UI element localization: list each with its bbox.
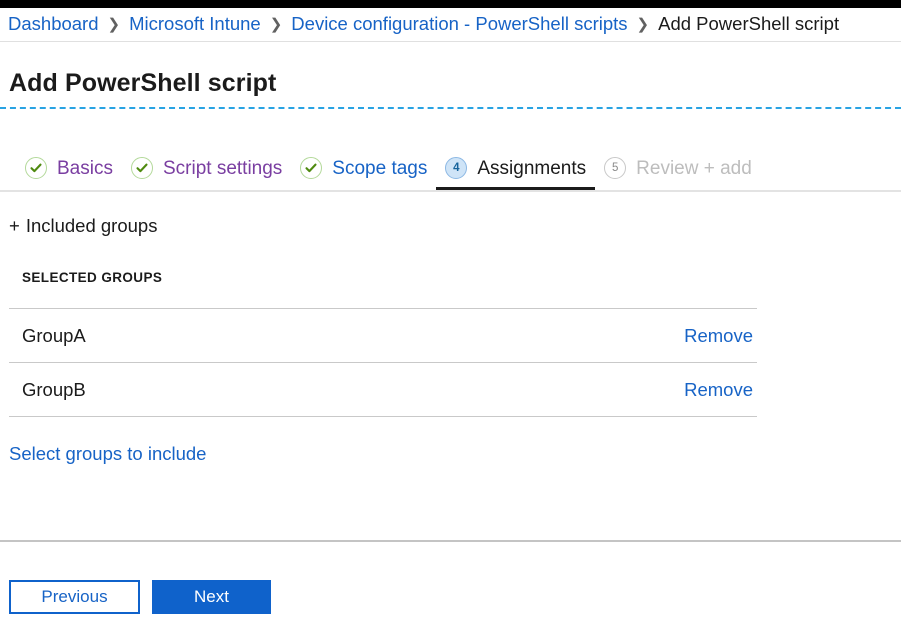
included-groups-label: Included groups	[26, 215, 158, 236]
tab-script-settings[interactable]: Script settings	[122, 146, 291, 190]
step-number-badge: 5	[604, 157, 626, 179]
select-groups-to-include-link[interactable]: Select groups to include	[9, 443, 206, 465]
group-name: GroupA	[22, 325, 86, 347]
check-icon	[131, 157, 153, 179]
page-title: Add PowerShell script	[9, 69, 276, 98]
breadcrumb-divider	[0, 41, 901, 42]
breadcrumb-separator-icon: ❯	[270, 15, 283, 33]
table-bottom-divider	[9, 416, 757, 417]
breadcrumb-item-microsoft-intune[interactable]: Microsoft Intune	[129, 13, 261, 35]
top-chrome-strip	[0, 0, 901, 8]
breadcrumb-item-dashboard[interactable]: Dashboard	[8, 13, 99, 35]
tab-basics-label: Basics	[57, 159, 113, 178]
tab-script-settings-label: Script settings	[163, 159, 282, 178]
previous-button[interactable]: Previous	[9, 580, 140, 614]
step-number-badge: 4	[445, 157, 467, 179]
table-row: GroupB Remove	[9, 363, 757, 416]
breadcrumb: Dashboard ❯ Microsoft Intune ❯ Device co…	[0, 8, 901, 40]
check-icon	[300, 157, 322, 179]
wizard-tabs: Basics Script settings Scope tags 4 Assi…	[0, 146, 901, 192]
plus-icon: +	[9, 215, 20, 236]
footer-actions: Previous Next	[9, 580, 271, 614]
remove-group-link[interactable]: Remove	[684, 325, 753, 347]
check-icon	[25, 157, 47, 179]
group-name: GroupB	[22, 379, 86, 401]
included-groups-heading: + Included groups	[9, 215, 157, 237]
tab-basics[interactable]: Basics	[16, 146, 122, 190]
selected-groups-header: SELECTED GROUPS	[22, 270, 162, 285]
footer-divider	[0, 540, 901, 542]
tab-scope-tags[interactable]: Scope tags	[291, 146, 436, 190]
next-button[interactable]: Next	[152, 580, 271, 614]
breadcrumb-item-device-configuration[interactable]: Device configuration - PowerShell script…	[291, 13, 627, 35]
active-tab-indicator	[436, 187, 595, 190]
tab-scope-tags-label: Scope tags	[332, 159, 427, 178]
breadcrumb-item-current: Add PowerShell script	[658, 13, 839, 35]
remove-group-link[interactable]: Remove	[684, 379, 753, 401]
tab-assignments[interactable]: 4 Assignments	[436, 146, 595, 190]
selected-groups-table: GroupA Remove GroupB Remove	[9, 308, 757, 417]
table-row: GroupA Remove	[9, 309, 757, 362]
tab-review-add-label: Review + add	[636, 159, 752, 178]
tab-assignments-label: Assignments	[477, 159, 586, 178]
dashed-divider	[0, 107, 901, 109]
breadcrumb-separator-icon: ❯	[108, 15, 121, 33]
breadcrumb-separator-icon: ❯	[637, 15, 650, 33]
tab-review-add[interactable]: 5 Review + add	[595, 146, 761, 190]
